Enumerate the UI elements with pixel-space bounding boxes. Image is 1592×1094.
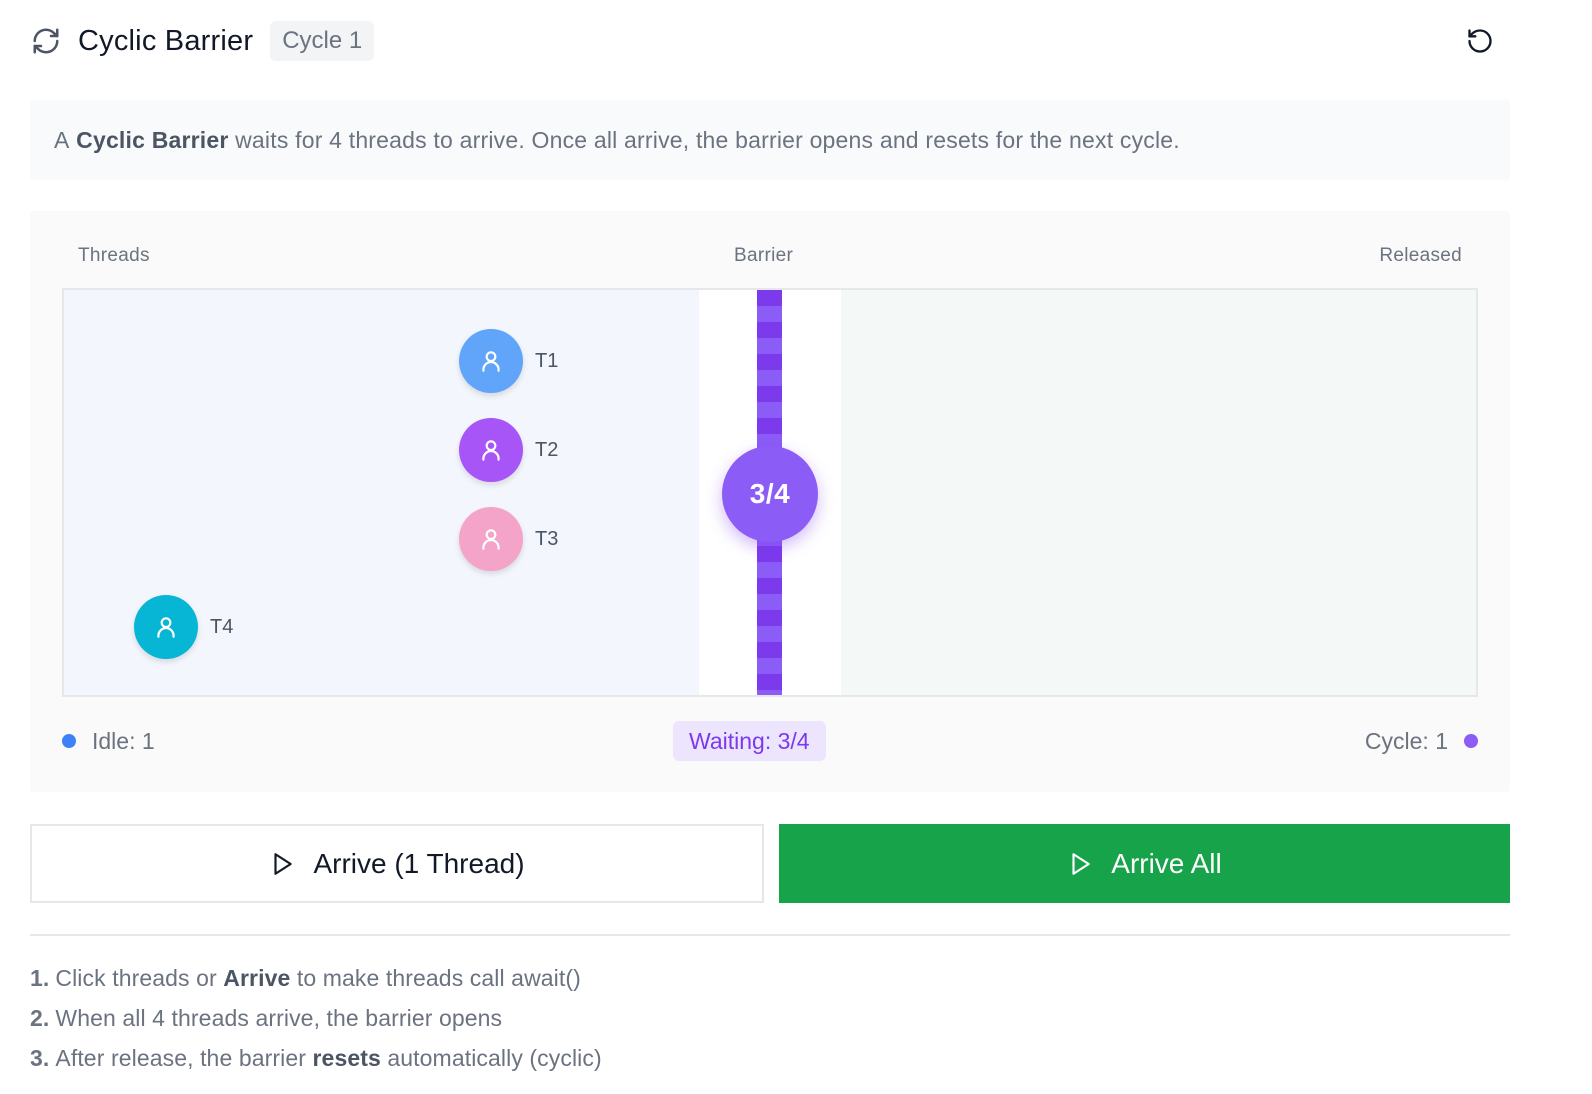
reset-button[interactable]	[1464, 25, 1496, 57]
instruction-step-3: 3. After release, the barrier resets aut…	[30, 1038, 602, 1078]
threads-zone-label: Threads	[78, 245, 150, 266]
thread-name: T3	[535, 527, 559, 550]
step-text: Click threads or	[55, 964, 217, 991]
info-term: Cyclic Barrier	[76, 126, 229, 153]
info-box: A Cyclic Barrier waits for 4 threads to …	[30, 100, 1510, 180]
divider	[30, 934, 1510, 936]
info-prefix: A	[54, 126, 70, 153]
user-icon	[482, 440, 500, 461]
step-bold: resets	[312, 1044, 381, 1071]
step-number: 1.	[30, 964, 50, 991]
idle-dot-icon	[62, 734, 76, 748]
thread-name: T1	[535, 349, 559, 372]
arrive-all-label: Arrive All	[1111, 847, 1222, 879]
instructions-list: 1. Click threads or Arrive to make threa…	[30, 958, 602, 1078]
info-text: waits for 4 threads to arrive. Once all …	[235, 126, 1180, 153]
thread-t4[interactable]: T4	[134, 595, 233, 659]
thread-name: T4	[210, 615, 234, 638]
thread-name: T2	[535, 438, 559, 461]
play-icon	[1067, 850, 1093, 878]
released-zone	[841, 290, 1476, 695]
instruction-step-1: 1. Click threads or Arrive to make threa…	[30, 958, 602, 998]
step-text: to make threads call await()	[296, 964, 581, 991]
cycle-badge: Cycle 1	[270, 21, 375, 61]
reset-icon	[1468, 29, 1492, 53]
user-icon	[482, 351, 500, 372]
step-text: After release, the barrier	[55, 1044, 306, 1071]
barrier-arena: T1 T2 T3 T4 3/4	[62, 288, 1478, 697]
released-zone-label: Released	[1379, 245, 1462, 266]
cycle-stat: Cycle: 1	[1365, 721, 1478, 761]
arrive-one-label: Arrive (1 Thread)	[313, 847, 525, 879]
instruction-step-2: 2. When all 4 threads arrive, the barrie…	[30, 998, 602, 1038]
arrive-all-button[interactable]: Arrive All	[779, 824, 1510, 903]
step-text: automatically (cyclic)	[387, 1044, 602, 1071]
barrier-visualization: Threads Barrier Released T1 T2 T3 T4 3/4…	[30, 211, 1510, 792]
user-icon	[157, 617, 175, 638]
thread-t2[interactable]: T2	[459, 418, 558, 482]
refresh-cycle-icon	[30, 25, 62, 57]
step-number: 2.	[30, 1004, 50, 1031]
step-bold: Arrive	[223, 964, 291, 991]
stats-row: Idle: 1 Waiting: 3/4 Cycle: 1	[62, 721, 1478, 761]
barrier-counter: 3/4	[722, 446, 818, 542]
thread-t1[interactable]: T1	[459, 329, 558, 393]
play-icon	[269, 850, 295, 878]
thread-avatar	[459, 507, 523, 571]
waiting-badge: Waiting: 3/4	[673, 721, 826, 761]
page-title: Cyclic Barrier	[78, 24, 254, 57]
header: Cyclic Barrier Cycle 1	[30, 18, 1510, 64]
barrier-zone-label: Barrier	[734, 245, 794, 266]
arrive-one-button[interactable]: Arrive (1 Thread)	[30, 824, 764, 903]
thread-avatar	[459, 418, 523, 482]
idle-stat: Idle: 1	[62, 721, 155, 761]
cycle-count: Cycle: 1	[1364, 727, 1448, 754]
step-number: 3.	[30, 1044, 50, 1071]
thread-avatar	[134, 595, 198, 659]
idle-count: Idle: 1	[92, 727, 155, 754]
step-text: When all 4 threads arrive, the barrier o…	[55, 1004, 503, 1031]
cycle-dot-icon	[1464, 734, 1478, 748]
user-icon	[482, 529, 500, 550]
thread-avatar	[459, 329, 523, 393]
thread-t3[interactable]: T3	[459, 507, 558, 571]
